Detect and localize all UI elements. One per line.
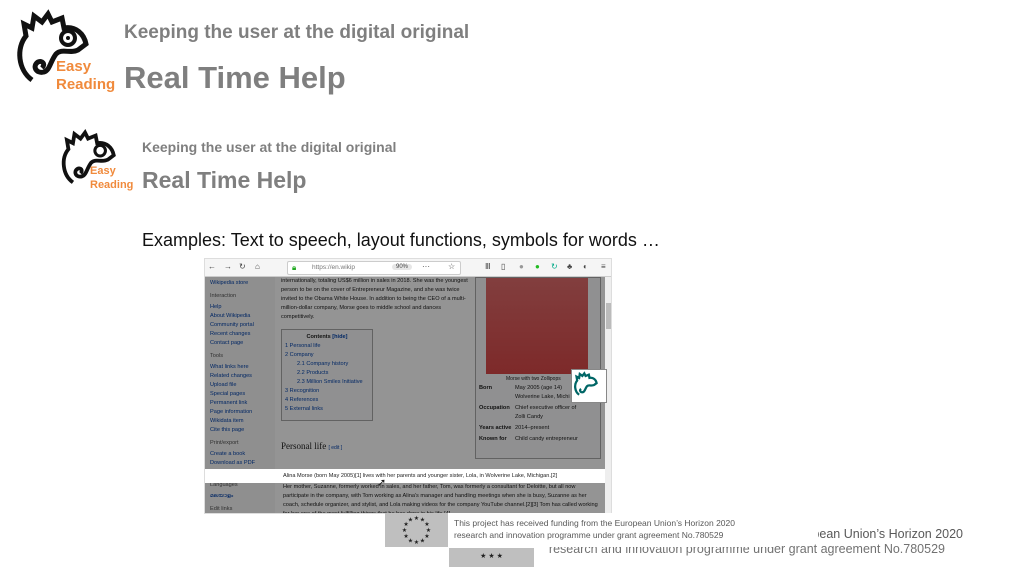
back-icon[interactable]: ←	[208, 262, 216, 271]
examples-text: Examples: Text to speech, layout functio…	[142, 230, 660, 250]
eu-stars-icon: ★ ★★★★★★★★★★★	[402, 515, 431, 546]
easy-reading-logo-small: Easy Reading	[56, 128, 136, 196]
more-icon[interactable]: ···	[422, 262, 430, 271]
extension-icon[interactable]: ♣	[567, 262, 572, 271]
mouse-cursor-icon: ➚	[377, 477, 387, 489]
bookmark-star-icon[interactable]: ☆	[448, 262, 455, 271]
eu-star: ★	[403, 521, 408, 528]
easy-reading-button[interactable]	[571, 369, 607, 403]
eu-star: ★	[414, 515, 419, 522]
chameleon-icon	[574, 371, 598, 396]
eu-flag-ghost: ★ ★ ★	[449, 548, 534, 567]
logo-text-easy: Easy	[56, 58, 92, 75]
home-icon[interactable]: ⌂	[255, 262, 260, 271]
extension-icon[interactable]: ●	[519, 262, 524, 271]
logo-text-reading: Reading	[56, 76, 116, 93]
forward-icon[interactable]: →	[224, 262, 232, 271]
eu-star: ★	[408, 537, 413, 544]
lock-icon: 🔒︎	[292, 263, 297, 272]
highlighted-line: Alina Morse (born May 2005)[1] lives wit…	[205, 469, 605, 483]
eu-star: ★	[402, 527, 407, 534]
reload-icon[interactable]: ↻	[239, 262, 246, 271]
eu-star: ★	[414, 539, 419, 546]
browser-screenshot: ← → ↻ ⌂ 🔒︎ https://en.wikip 90% ··· ☆ Ⅲ …	[204, 258, 612, 514]
wikipedia-page: Wikipedia store Interaction Help About Wiki…	[205, 277, 605, 514]
library-icon[interactable]: Ⅲ	[485, 262, 491, 271]
eu-star: ★	[424, 533, 429, 540]
slide-title: Real Time Help	[124, 60, 346, 95]
zoom-level[interactable]: 90%	[392, 264, 413, 270]
slide-subtitle: Keeping the user at the digital original	[124, 22, 470, 43]
article-paragraph: Her mother, Suzanne, formerly worked in …	[283, 484, 598, 514]
eu-star: ★	[420, 517, 425, 524]
funding-line2: research and innovation programme under …	[454, 530, 724, 540]
browser-toolbar: ← → ↻ ⌂ 🔒︎ https://en.wikip 90% ··· ☆ Ⅲ …	[205, 259, 611, 277]
sidebar-icon[interactable]: ▯	[501, 262, 505, 271]
url-bar[interactable]: 🔒︎ https://en.wikip 90% ··· ☆	[287, 261, 461, 275]
easy-reading-logo: Easy Reading	[10, 8, 115, 98]
logo-text-reading: Reading	[90, 179, 134, 191]
inner-title: Real Time Help	[142, 167, 307, 193]
logo-text-easy: Easy	[90, 165, 116, 177]
url-text: https://en.wikip	[312, 264, 355, 271]
eu-star: ★	[426, 527, 431, 534]
highlighted-text: Alina Morse (born May 2005)[1] lives wit…	[283, 473, 558, 479]
extension-icon[interactable]: ●	[535, 262, 540, 271]
inner-subtitle: Keeping the user at the digital original	[142, 139, 397, 155]
easy-reading-extension-icon[interactable]: ↻	[551, 262, 558, 271]
menu-icon[interactable]: ≡	[601, 262, 606, 271]
funding-line1-ghost: This project has received funding from t…	[818, 527, 963, 541]
funding-line1: This project has received funding from t…	[454, 518, 735, 528]
eu-flag: ★ ★ ★ ★ ★ ★ ★ ★ ★ ★ ★ ★	[385, 513, 448, 547]
account-icon[interactable]: ◐	[583, 262, 588, 271]
